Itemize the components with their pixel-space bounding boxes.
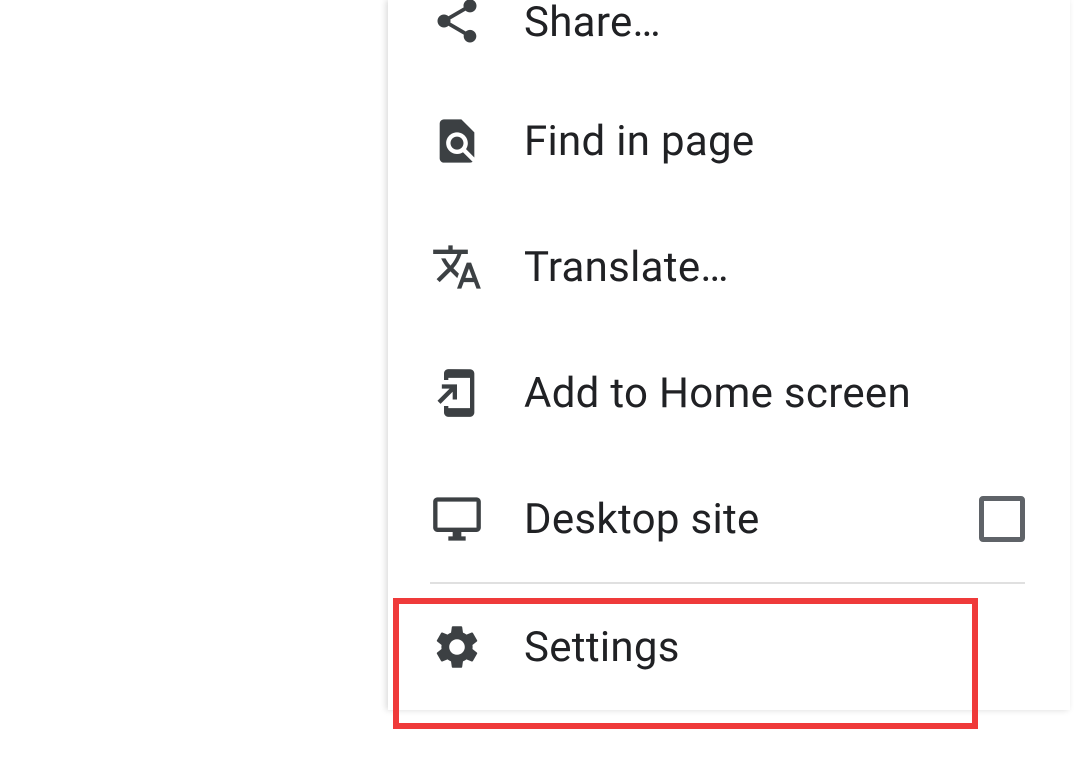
share-icon — [430, 0, 484, 48]
menu-item-find-in-page[interactable]: Find in page — [388, 78, 1070, 204]
menu-item-settings[interactable]: Settings — [388, 584, 1070, 710]
menu-item-label: Translate… — [524, 243, 1025, 292]
menu-item-label: Add to Home screen — [524, 369, 1025, 418]
menu-item-label: Find in page — [524, 117, 1025, 166]
add-to-home-icon — [430, 366, 484, 420]
gear-icon — [430, 620, 484, 674]
desktop-site-checkbox[interactable] — [979, 496, 1025, 542]
menu-item-desktop-site[interactable]: Desktop site — [388, 456, 1070, 582]
overflow-menu: Share… Find in page Translate… Add to Ho… — [388, 0, 1070, 710]
find-in-page-icon — [430, 114, 484, 168]
menu-item-label: Desktop site — [524, 495, 979, 544]
translate-icon — [430, 240, 484, 294]
menu-item-label: Settings — [524, 623, 1025, 672]
menu-item-share[interactable]: Share… — [388, 0, 1070, 78]
desktop-icon — [430, 492, 484, 546]
menu-item-translate[interactable]: Translate… — [388, 204, 1070, 330]
menu-item-label: Share… — [524, 0, 1025, 47]
menu-item-add-to-home[interactable]: Add to Home screen — [388, 330, 1070, 456]
